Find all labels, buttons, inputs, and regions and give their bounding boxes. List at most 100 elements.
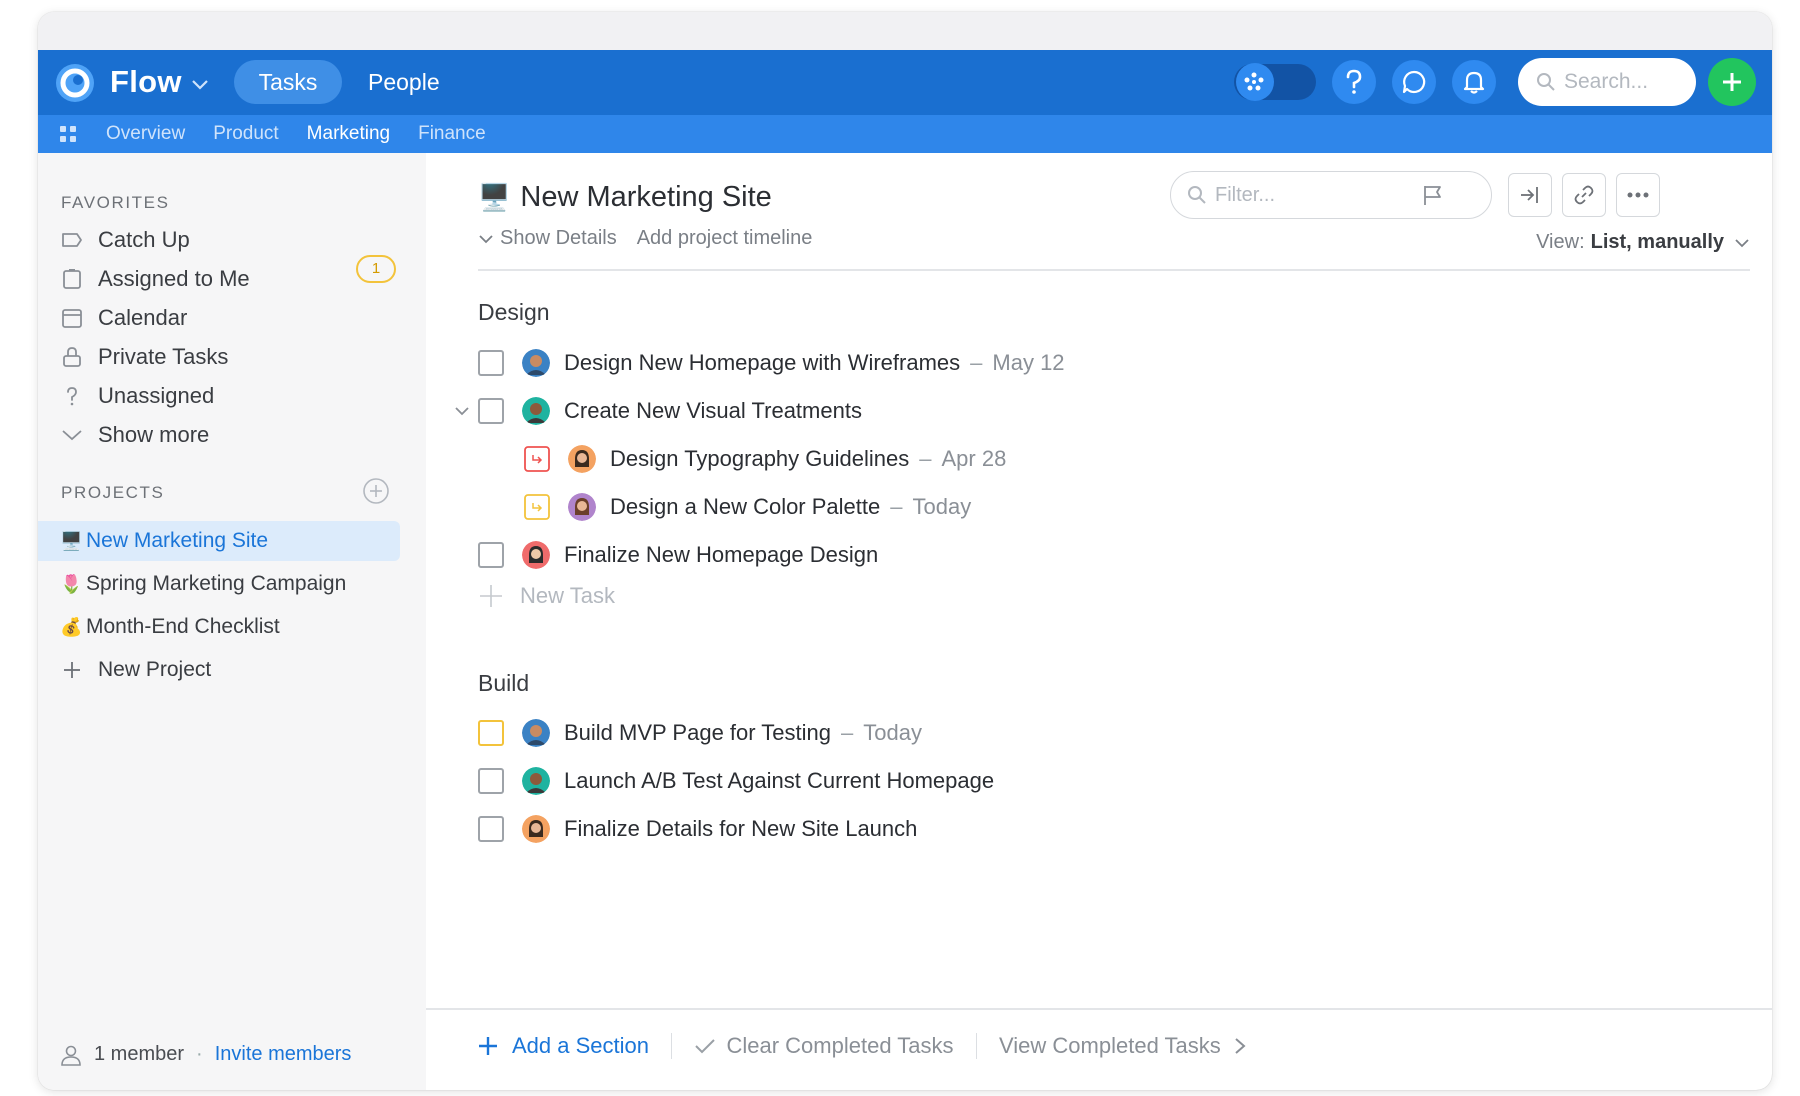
- add-timeline-link[interactable]: Add project timeline: [637, 227, 813, 250]
- sidebar-item-calendar[interactable]: Calendar: [60, 299, 187, 337]
- invite-members-link[interactable]: Invite members: [215, 1043, 352, 1066]
- project-label: New Project: [98, 658, 212, 681]
- separator-dot: ·: [196, 1043, 203, 1065]
- new-task-label: New Task: [520, 583, 615, 608]
- window-chrome: [38, 12, 1772, 50]
- sidebar-item-unassigned[interactable]: Unassigned: [60, 377, 214, 415]
- sidebar-item-label: Calendar: [98, 305, 188, 330]
- task-date: Today: [863, 720, 922, 745]
- subtask-checkbox-icon[interactable]: [524, 446, 550, 472]
- task-name: Launch A/B Test Against Current Homepage: [564, 768, 995, 793]
- money-bag-icon: 💰: [60, 616, 83, 637]
- task-row[interactable]: Finalize New Homepage Design: [478, 535, 878, 575]
- task-checkbox[interactable]: [478, 350, 504, 376]
- favorites-heading: FAVORITES: [61, 193, 170, 212]
- task-checkbox[interactable]: [478, 542, 504, 568]
- avatar: [522, 349, 550, 377]
- subtask-row[interactable]: Design Typography Guidelines – Apr 28: [524, 439, 1006, 479]
- search-input[interactable]: [1564, 70, 1684, 94]
- view-completed-button[interactable]: View Completed Tasks: [999, 1033, 1247, 1059]
- brand-name[interactable]: Flow: [110, 64, 182, 100]
- task-row[interactable]: Build MVP Page for Testing – Today: [478, 713, 922, 753]
- project-detail-links: Show Details Add project timeline: [478, 227, 812, 250]
- task-row[interactable]: Design New Homepage with Wireframes – Ma…: [478, 343, 1065, 383]
- sidebar-item-private[interactable]: Private Tasks: [60, 338, 228, 376]
- add-section-button[interactable]: Add a Section: [476, 1033, 649, 1059]
- grid-icon[interactable]: [60, 126, 76, 142]
- new-project-button[interactable]: New Project: [38, 650, 400, 690]
- sub-nav: Overview Product Marketing Finance: [38, 115, 1772, 153]
- section-title-design: Design: [478, 299, 550, 325]
- subtask-checkbox-icon[interactable]: [524, 494, 550, 520]
- project-title: New Marketing Site: [520, 181, 772, 213]
- task-row[interactable]: Finalize Details for New Site Launch: [478, 809, 917, 849]
- chevron-down-icon: [62, 430, 82, 441]
- add-project-icon[interactable]: [362, 477, 390, 505]
- member-count: 1 member: [94, 1043, 185, 1065]
- add-button[interactable]: [1708, 58, 1756, 106]
- search-box[interactable]: [1518, 58, 1696, 106]
- sidebar-item-catch-up[interactable]: Catch Up: [60, 221, 190, 259]
- subnav-product[interactable]: Product: [213, 123, 278, 145]
- task-checkbox[interactable]: [478, 720, 504, 746]
- more-dots-icon: [1627, 192, 1649, 198]
- avatar: [522, 719, 550, 747]
- chevron-down-icon[interactable]: [190, 78, 210, 92]
- subnav-finance[interactable]: Finance: [418, 123, 486, 145]
- chat-button[interactable]: [1392, 60, 1436, 104]
- task-row[interactable]: Launch A/B Test Against Current Homepage: [478, 761, 994, 801]
- footer-bar: Add a Section Clear Completed Tasks View…: [476, 1033, 1247, 1059]
- more-options-button[interactable]: [1616, 173, 1660, 217]
- help-button[interactable]: [1332, 60, 1376, 104]
- flow-logo-icon[interactable]: [54, 62, 96, 104]
- task-row[interactable]: Create New Visual Treatments: [478, 391, 862, 431]
- subnav-marketing[interactable]: Marketing: [307, 123, 390, 145]
- app-window: Flow Tasks People Search... Overview Pro…: [38, 12, 1772, 1090]
- date-separator: –: [841, 720, 854, 745]
- task-name: Finalize Details for New Site Launch: [564, 816, 918, 841]
- filter-input[interactable]: [1215, 183, 1415, 207]
- plus-icon: [64, 662, 80, 678]
- collapse-chevron-icon[interactable]: [454, 405, 470, 417]
- export-button[interactable]: [1508, 173, 1552, 217]
- avatar: [522, 541, 550, 569]
- date-separator: –: [970, 350, 983, 375]
- task-checkbox[interactable]: [478, 398, 504, 424]
- flag-icon[interactable]: [1421, 184, 1443, 206]
- notifications-button[interactable]: [1452, 60, 1496, 104]
- nav-tasks[interactable]: Tasks: [234, 60, 342, 104]
- assigned-count-badge: 1: [356, 255, 396, 283]
- task-name: Design a New Color Palette: [610, 494, 881, 519]
- workspace-toggle[interactable]: [1234, 63, 1316, 101]
- project-new-marketing-site[interactable]: 🖥️ New Marketing Site: [38, 521, 400, 561]
- new-task-button[interactable]: New Task: [478, 583, 615, 609]
- dots-cluster-icon: [1244, 72, 1264, 91]
- section-title-build: Build: [478, 670, 530, 696]
- task-checkbox[interactable]: [478, 816, 504, 842]
- sidebar-item-label: Unassigned: [98, 383, 215, 408]
- view-selector[interactable]: View: List, manually: [1536, 231, 1750, 254]
- view-label: View:: [1536, 231, 1585, 253]
- clear-completed-label: Clear Completed Tasks: [726, 1033, 954, 1058]
- question-icon: [1346, 69, 1362, 94]
- copy-link-button[interactable]: [1562, 173, 1606, 217]
- subtask-row[interactable]: Design a New Color Palette – Today: [524, 487, 971, 527]
- project-label: Spring Marketing Campaign: [86, 572, 347, 595]
- avatar: [522, 397, 550, 425]
- subnav-overview[interactable]: Overview: [106, 123, 185, 145]
- clear-completed-button[interactable]: Clear Completed Tasks: [694, 1033, 954, 1059]
- sidebar-item-assigned[interactable]: Assigned to Me: [60, 260, 250, 298]
- task-name: Design New Homepage with Wireframes: [564, 350, 961, 375]
- filter-box[interactable]: [1170, 171, 1492, 219]
- nav-people[interactable]: People: [368, 60, 440, 104]
- project-spring-campaign[interactable]: 🌷 Spring Marketing Campaign: [38, 564, 400, 604]
- project-label: New Marketing Site: [86, 529, 269, 552]
- project-month-end[interactable]: 💰 Month-End Checklist: [38, 607, 400, 647]
- search-icon: [1188, 186, 1206, 204]
- show-details-link[interactable]: Show Details: [500, 227, 617, 250]
- link-icon: [1574, 185, 1594, 205]
- task-checkbox[interactable]: [478, 768, 504, 794]
- sidebar-show-more[interactable]: Show more: [60, 416, 209, 454]
- avatar: [568, 493, 596, 521]
- task-name: Finalize New Homepage Design: [564, 542, 879, 567]
